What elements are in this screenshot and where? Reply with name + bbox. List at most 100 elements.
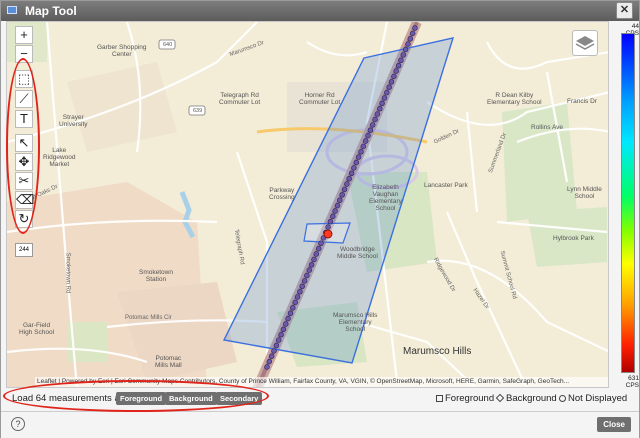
- measurement-point[interactable]: [367, 127, 374, 133]
- zoom-out-button[interactable]: −: [15, 45, 33, 63]
- title-bar[interactable]: Map Tool ✕: [1, 1, 639, 21]
- measurement-point[interactable]: [318, 240, 324, 246]
- measurement-point[interactable]: [400, 52, 406, 58]
- measurement-point[interactable]: [398, 57, 404, 63]
- circle-icon: [559, 395, 566, 402]
- measurement-point[interactable]: [269, 353, 275, 359]
- map-attribution: Leaflet | Powered by Esri | Esri Communi…: [35, 377, 608, 387]
- colorbar-min-label: 631 CPS: [625, 375, 639, 389]
- measurement-point[interactable]: [386, 84, 392, 90]
- measurement-point[interactable]: [278, 332, 284, 338]
- measurement-point[interactable]: [332, 208, 338, 214]
- place-label: Garber Shopping Center: [97, 44, 147, 58]
- measurement-point[interactable]: [276, 337, 282, 343]
- place-label: Parkway Crossing: [269, 187, 295, 201]
- zoom-in-button[interactable]: +: [15, 26, 33, 44]
- measurement-point[interactable]: [412, 25, 418, 31]
- legend-foreground-label: Foreground: [445, 393, 495, 404]
- close-button[interactable]: Close: [597, 417, 631, 432]
- measurement-point[interactable]: [283, 321, 289, 327]
- measurement-point[interactable]: [410, 30, 416, 37]
- measurement-point[interactable]: [365, 132, 371, 139]
- measurement-point[interactable]: [264, 364, 270, 370]
- measurement-point[interactable]: [304, 272, 310, 279]
- measurement-point[interactable]: [374, 111, 381, 117]
- window-close-icon[interactable]: ✕: [616, 2, 633, 19]
- measurement-point[interactable]: [341, 186, 348, 193]
- move-tool-icon[interactable]: ✥: [15, 153, 33, 171]
- measurement-point[interactable]: [294, 294, 301, 300]
- measurement-point[interactable]: [344, 181, 350, 187]
- measurement-point[interactable]: [271, 348, 277, 354]
- place-label: Rollins Ave: [531, 124, 564, 131]
- measurement-point[interactable]: [360, 143, 366, 150]
- measurement-point[interactable]: [379, 100, 385, 107]
- measurement-point[interactable]: [285, 315, 291, 322]
- text-tool-icon[interactable]: T: [15, 110, 33, 128]
- measurement-point[interactable]: [330, 213, 336, 220]
- polyline-tool-icon[interactable]: ⟋: [15, 90, 33, 108]
- select-rect-tool-icon[interactable]: ⬚: [15, 70, 33, 88]
- measurement-point[interactable]: [395, 62, 402, 69]
- measurement-point[interactable]: [313, 251, 319, 257]
- measurement-point[interactable]: [405, 41, 411, 47]
- load-foreground-button[interactable]: Foreground: [116, 392, 167, 405]
- diamond-icon: [495, 393, 505, 403]
- measurement-point[interactable]: [393, 68, 399, 74]
- measurement-point[interactable]: [370, 122, 376, 128]
- measurement-point[interactable]: [327, 219, 334, 225]
- map-view[interactable]: 640 639 Garber Shopping Center Strayer U…: [6, 21, 609, 388]
- measurement-point[interactable]: [346, 176, 352, 182]
- place-label: Lynn Middle School: [567, 186, 602, 200]
- measurement-point[interactable]: [353, 159, 359, 166]
- measurement-point[interactable]: [316, 245, 322, 252]
- measurement-point[interactable]: [388, 79, 395, 85]
- measurement-point[interactable]: [311, 256, 317, 263]
- measurement-point[interactable]: [339, 192, 345, 198]
- rotate-tool-icon[interactable]: ↻: [15, 210, 33, 228]
- cps-colorbar: 44 CPS 631 CPS: [613, 23, 639, 389]
- measurement-point[interactable]: [334, 202, 341, 209]
- measurement-point[interactable]: [407, 36, 413, 42]
- load-secondary-button[interactable]: Secondary: [216, 392, 263, 405]
- measurement-point[interactable]: [337, 197, 343, 203]
- measurement-point[interactable]: [325, 224, 331, 230]
- measurement-point[interactable]: [358, 149, 364, 155]
- measurement-point[interactable]: [377, 105, 383, 112]
- window-title: Map Tool: [25, 4, 77, 18]
- legend-not-displayed-label: Not Displayed: [568, 393, 628, 404]
- help-icon[interactable]: ?: [11, 417, 25, 431]
- measurement-point[interactable]: [301, 278, 308, 284]
- measurement-point[interactable]: [402, 46, 409, 53]
- measurement-point[interactable]: [297, 289, 303, 295]
- measurement-point[interactable]: [292, 299, 298, 306]
- measurement-point[interactable]: [290, 305, 296, 311]
- legend-background-label: Background: [506, 393, 557, 404]
- measurement-point[interactable]: [355, 154, 362, 160]
- measurement-point[interactable]: [266, 358, 272, 365]
- layers-button[interactable]: [572, 30, 598, 56]
- measurement-point[interactable]: [351, 165, 357, 171]
- measurement-point[interactable]: [287, 310, 294, 316]
- measurement-point[interactable]: [391, 73, 397, 80]
- cut-tool-icon[interactable]: ✂: [15, 172, 33, 190]
- hotspot-marker[interactable]: [323, 229, 333, 239]
- measurement-point[interactable]: [280, 326, 287, 332]
- measurement-point[interactable]: [384, 89, 390, 96]
- pointer-tool-icon[interactable]: ↖: [15, 134, 33, 152]
- eraser-tool-icon[interactable]: ⌫: [15, 191, 34, 209]
- measurement-point[interactable]: [348, 170, 355, 177]
- measurement-point[interactable]: [372, 116, 378, 123]
- legend-not-displayed: Not Displayed: [559, 393, 627, 404]
- measurement-point[interactable]: [363, 138, 369, 144]
- measurement-point[interactable]: [273, 342, 280, 349]
- measurement-point[interactable]: [308, 262, 315, 268]
- measurement-point[interactable]: [306, 267, 312, 273]
- measurement-point[interactable]: [381, 95, 388, 101]
- place-label: Potomac Mills Mall: [155, 355, 182, 369]
- place-label: Francis Dr: [567, 98, 597, 105]
- road-label: Smoketown Rd: [64, 252, 71, 294]
- measurement-point[interactable]: [299, 283, 305, 289]
- legend-foreground: Foreground: [436, 393, 494, 404]
- load-background-button[interactable]: Background: [165, 392, 217, 405]
